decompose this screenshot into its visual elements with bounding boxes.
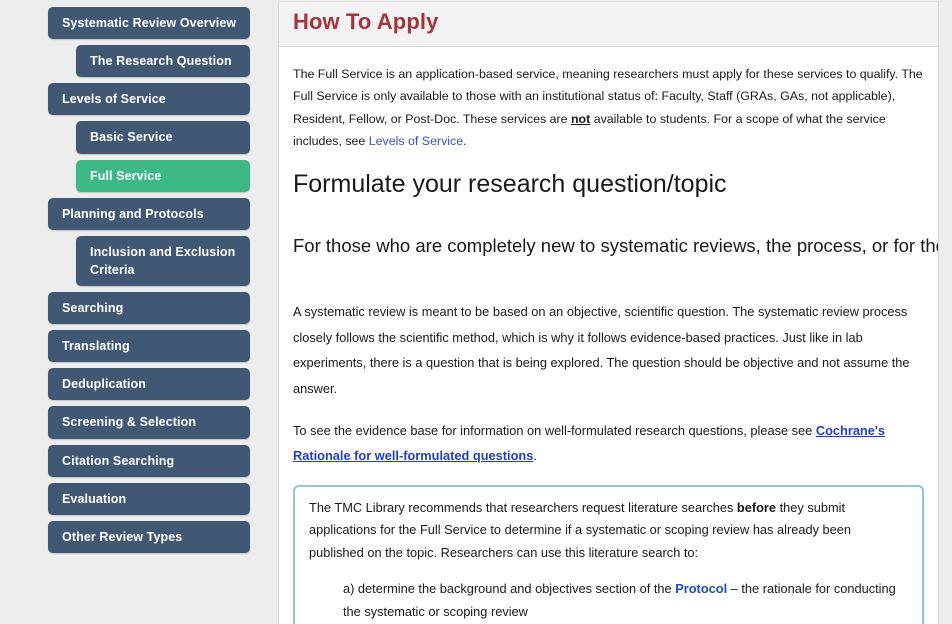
page-root: Systematic Review Overview The Research Q… (0, 0, 952, 624)
intro-emphasis-not: not (570, 111, 591, 126)
sidebar-item-full-service[interactable]: Full Service (76, 159, 250, 192)
sidebar-item-deduplication[interactable]: Deduplication (48, 368, 250, 401)
page-title: How To Apply (293, 9, 439, 34)
sidebar-item-searching[interactable]: Searching (48, 292, 250, 325)
sidebar-item-inclusion-and-exclusion-criteria[interactable]: Inclusion and Exclusion Criteria (76, 235, 250, 286)
callout-list: a) determine the background and objectiv… (343, 578, 908, 624)
levels-of-service-link[interactable]: Levels of Service (369, 134, 463, 148)
intro-paragraph: The Full Service is an application-based… (293, 63, 924, 153)
sidebar-item-basic-service[interactable]: Basic Service (76, 121, 250, 154)
sidebar-item-citation-searching[interactable]: Citation Searching (48, 444, 250, 477)
intro-text-part3: . (463, 134, 467, 149)
callout-list-item-a: a) determine the background and objectiv… (343, 578, 908, 624)
protocol-link[interactable]: Protocol (675, 581, 727, 596)
sidebar-item-levels-of-service[interactable]: Levels of Service (48, 83, 250, 116)
main-content-panel: How To Apply The Full Service is an appl… (278, 1, 939, 624)
callout-intro-part1: The TMC Library recommends that research… (309, 499, 737, 515)
sidebar-item-evaluation[interactable]: Evaluation (48, 482, 250, 515)
sidebar-item-translating[interactable]: Translating (48, 330, 250, 363)
sidebar-item-the-research-question[interactable]: The Research Question (76, 45, 250, 78)
sidebar-nav: Systematic Review Overview The Research Q… (0, 0, 278, 624)
sidebar-item-planning-and-protocols[interactable]: Planning and Protocols (48, 197, 250, 230)
sidebar-item-other-review-types[interactable]: Other Review Types (48, 520, 250, 553)
item-a-part1: a) determine the background and objectiv… (343, 580, 676, 596)
callout-emphasis-before: before (736, 499, 777, 515)
lead-paragraph: For those who are completely new to syst… (293, 234, 938, 259)
content-body: The Full Service is an application-based… (279, 47, 938, 624)
evidence-text-part1: To see the evidence base for information… (293, 422, 816, 438)
lead-text-part1: For those who are completely new to syst… (293, 235, 938, 257)
systematic-review-paragraph: A systematic review is meant to be based… (293, 304, 910, 396)
content-header: How To Apply (279, 2, 938, 47)
section-heading-formulate: Formulate your research question/topic (293, 169, 727, 198)
sidebar-item-systematic-review-overview[interactable]: Systematic Review Overview (48, 7, 250, 40)
evidence-text-part2: . (533, 448, 537, 464)
sidebar-item-screening-selection[interactable]: Screening & Selection (48, 406, 250, 439)
recommendation-callout-box: The TMC Library recommends that research… (293, 484, 924, 624)
callout-intro-paragraph: The TMC Library recommends that research… (309, 497, 908, 565)
evidence-base-paragraph: To see the evidence base for information… (293, 418, 924, 469)
